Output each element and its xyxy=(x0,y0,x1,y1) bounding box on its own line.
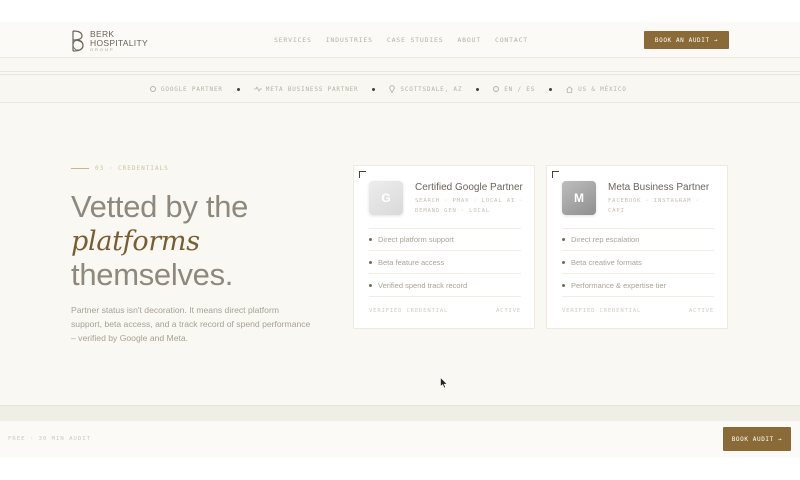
hero-headline: Vetted by the platforms themselves. xyxy=(71,189,249,292)
hero-description: Partner status isn't decoration. It mean… xyxy=(71,305,311,343)
separator-dot xyxy=(236,87,240,91)
section-eyebrow: 03 · CREDENTIALS xyxy=(71,165,169,172)
status-badge: ACTIVE xyxy=(688,308,714,314)
list-item: Verified spend track record xyxy=(369,274,521,297)
divider xyxy=(0,71,800,72)
list-item: Direct platform support xyxy=(369,228,521,251)
bullet-icon xyxy=(369,260,372,264)
sticky-footer-bar: FREE · 30 MIN AUDIT BOOK AUDIT → xyxy=(0,421,800,457)
nav-industries[interactable]: INDUSTRIES xyxy=(326,36,373,44)
list-item: Performance & expertise tier xyxy=(562,274,714,297)
bullet-icon xyxy=(562,283,565,287)
card-subtitle: SEARCH · PMAX · LOCAL AI · DEMAND GEN · … xyxy=(415,198,524,214)
bullet-icon xyxy=(562,238,565,241)
list-item: Direct rep escalation xyxy=(562,228,714,251)
card-footer: VERIFIED CREDENTIAL ACTIVE xyxy=(562,308,714,314)
globe-icon xyxy=(493,86,500,92)
separator-dot xyxy=(549,87,553,91)
feature-list: Direct platform support Beta feature acc… xyxy=(369,228,521,297)
brand-monogram-icon xyxy=(72,30,84,52)
separator-dot xyxy=(372,87,376,91)
badge-language: EN / ES xyxy=(493,86,535,93)
bullet-icon xyxy=(562,260,565,264)
book-audit-footer-button[interactable]: BOOK AUDIT → xyxy=(723,427,791,451)
book-audit-button[interactable]: BOOK AN AUDIT → xyxy=(644,31,729,49)
bullet-icon xyxy=(369,283,372,287)
separator-dot xyxy=(476,87,480,91)
section-divider-band xyxy=(0,405,800,421)
brand-logo[interactable]: BERK HOSPITALITY GROUP xyxy=(70,28,148,54)
site-header: BERK HOSPITALITY GROUP SERVICES INDUSTRI… xyxy=(0,22,800,58)
badge-regions: US & MÉXICO xyxy=(566,86,627,93)
google-partner-card: G Certified Google Partner SEARCH · PMAX… xyxy=(353,165,535,329)
nav-about[interactable]: ABOUT xyxy=(457,36,481,44)
status-badge: ACTIVE xyxy=(495,308,521,314)
brand-name-line2: HOSPITALITY xyxy=(90,37,148,48)
mouse-cursor-icon xyxy=(440,377,448,389)
meta-partner-card: M Meta Business Partner FACEBOOK · INSTA… xyxy=(546,165,728,329)
main-nav: SERVICES INDUSTRIES CASE STUDIES ABOUT C… xyxy=(274,36,528,44)
headline-emphasis: platforms xyxy=(71,226,200,257)
partner-badges-strip: GOOGLE PARTNER META BUSINESS PARTNER SCO… xyxy=(0,74,800,103)
feature-list: Direct rep escalation Beta creative form… xyxy=(562,228,714,297)
location-pin-icon xyxy=(389,85,396,93)
pulse-icon xyxy=(253,86,262,92)
list-item: Beta creative formats xyxy=(562,251,714,274)
badge-location: SCOTTSDALE, AZ xyxy=(389,85,462,93)
card-subtitle: FACEBOOK · INSTAGRAM · CAPI xyxy=(608,198,700,214)
list-item: Beta feature access xyxy=(369,251,521,274)
badge-google-partner: GOOGLE PARTNER xyxy=(150,86,223,93)
card-title: Meta Business Partner xyxy=(608,182,710,193)
meta-avatar: M xyxy=(562,181,596,215)
card-footer: VERIFIED CREDENTIAL ACTIVE xyxy=(369,308,521,314)
home-icon xyxy=(566,85,573,93)
page: BERK HOSPITALITY GROUP SERVICES INDUSTRI… xyxy=(0,22,800,457)
google-avatar: G xyxy=(369,181,403,215)
bullet-icon xyxy=(369,238,372,241)
card-title: Certified Google Partner xyxy=(415,182,523,193)
brand-name-line3: GROUP xyxy=(90,47,115,52)
nav-services[interactable]: SERVICES xyxy=(274,36,312,44)
badge-meta-partner: META BUSINESS PARTNER xyxy=(253,86,359,93)
nav-case-studies[interactable]: CASE STUDIES xyxy=(387,36,444,44)
corner-mark xyxy=(552,171,559,178)
corner-mark xyxy=(359,171,366,178)
google-icon xyxy=(150,86,156,92)
nav-contact[interactable]: CONTACT xyxy=(495,36,528,44)
footer-note: FREE · 30 MIN AUDIT xyxy=(8,436,91,442)
